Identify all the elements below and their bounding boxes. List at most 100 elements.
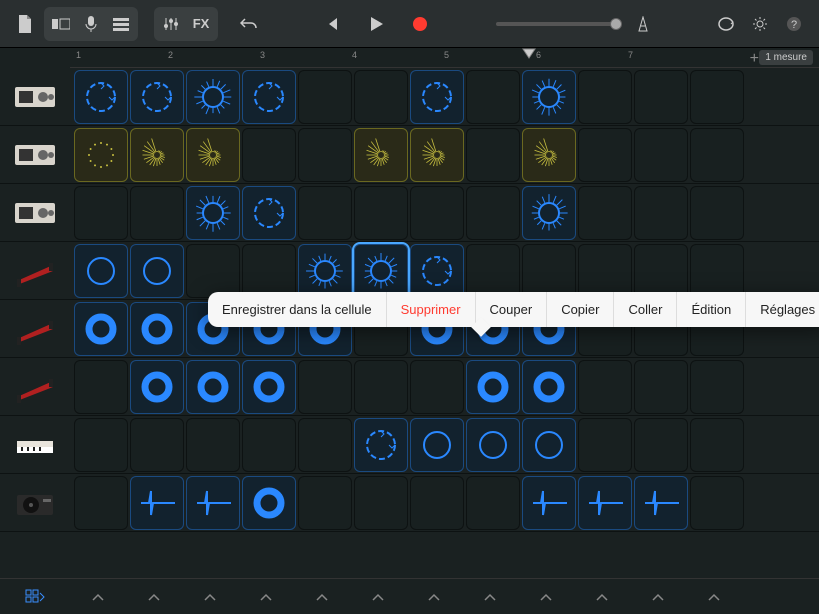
empty-cell[interactable] (242, 244, 296, 298)
empty-cell[interactable] (130, 418, 184, 472)
loop-cell[interactable] (130, 476, 184, 530)
loop-cell[interactable] (242, 360, 296, 414)
loop-icon[interactable] (711, 9, 741, 39)
loop-cell[interactable] (522, 360, 576, 414)
loop-cell[interactable] (410, 418, 464, 472)
timeline-ruler[interactable]: 1 2 3 4 5 6 7 + 1 mesure (70, 48, 819, 68)
track-header-drum-machine-3[interactable] (0, 184, 70, 242)
loop-cell[interactable] (186, 70, 240, 124)
column-trigger[interactable] (518, 579, 574, 614)
empty-cell[interactable] (690, 360, 744, 414)
empty-cell[interactable] (354, 476, 408, 530)
ctx-r-glages[interactable]: Réglages (746, 292, 819, 327)
empty-cell[interactable] (354, 186, 408, 240)
empty-cell[interactable] (634, 418, 688, 472)
ctx-supprimer[interactable]: Supprimer (387, 292, 476, 327)
loop-cell[interactable] (242, 70, 296, 124)
add-section-button[interactable]: + (750, 50, 759, 68)
track-header-turntable[interactable] (0, 474, 70, 532)
empty-cell[interactable] (466, 186, 520, 240)
track-header-keys-2[interactable] (0, 300, 70, 358)
empty-cell[interactable] (578, 128, 632, 182)
empty-cell[interactable] (298, 70, 352, 124)
volume-knob[interactable] (610, 18, 622, 30)
loop-cell[interactable] (130, 244, 184, 298)
loop-cell[interactable] (130, 302, 184, 356)
empty-cell[interactable] (186, 418, 240, 472)
empty-cell[interactable] (690, 186, 744, 240)
playhead-icon[interactable] (522, 48, 536, 62)
column-trigger[interactable] (406, 579, 462, 614)
loop-cell[interactable] (186, 186, 240, 240)
grid-toggle-button[interactable] (0, 579, 70, 614)
go-to-start-icon[interactable] (317, 9, 347, 39)
loop-cell[interactable] (634, 476, 688, 530)
zoom-label[interactable]: 1 mesure (759, 50, 813, 65)
empty-cell[interactable] (410, 476, 464, 530)
track-header-keys-1[interactable] (0, 242, 70, 300)
column-trigger[interactable] (686, 579, 742, 614)
column-trigger[interactable] (294, 579, 350, 614)
settings-icon[interactable] (745, 9, 775, 39)
loop-cell[interactable] (522, 476, 576, 530)
column-trigger[interactable] (574, 579, 630, 614)
loop-cell[interactable] (130, 360, 184, 414)
loop-cell[interactable] (522, 70, 576, 124)
empty-cell[interactable] (634, 70, 688, 124)
view-modes-icon[interactable] (46, 9, 76, 39)
document-icon[interactable] (10, 9, 40, 39)
empty-cell[interactable] (690, 128, 744, 182)
empty-cell[interactable] (354, 360, 408, 414)
help-icon[interactable]: ? (779, 9, 809, 39)
record-icon[interactable] (405, 9, 435, 39)
track-header-drum-machine-1[interactable] (0, 68, 70, 126)
empty-cell[interactable] (74, 418, 128, 472)
empty-cell[interactable] (690, 418, 744, 472)
loop-cell[interactable] (130, 70, 184, 124)
loop-cell[interactable] (130, 128, 184, 182)
loop-cell[interactable] (354, 128, 408, 182)
empty-cell[interactable] (74, 186, 128, 240)
empty-cell[interactable] (578, 360, 632, 414)
empty-cell[interactable] (634, 128, 688, 182)
loop-cell[interactable] (74, 244, 128, 298)
column-trigger[interactable] (70, 579, 126, 614)
loop-cell[interactable] (298, 244, 352, 298)
empty-cell[interactable] (410, 186, 464, 240)
empty-cell[interactable] (74, 476, 128, 530)
empty-cell[interactable] (634, 360, 688, 414)
loop-cell[interactable] (410, 128, 464, 182)
empty-cell[interactable] (298, 128, 352, 182)
empty-cell[interactable] (578, 186, 632, 240)
empty-cell[interactable] (578, 70, 632, 124)
column-trigger[interactable] (126, 579, 182, 614)
empty-cell[interactable] (522, 244, 576, 298)
volume-slider[interactable] (496, 22, 616, 26)
empty-cell[interactable] (578, 244, 632, 298)
loop-cell[interactable] (522, 186, 576, 240)
empty-cell[interactable] (298, 418, 352, 472)
empty-cell[interactable] (690, 476, 744, 530)
loop-cell[interactable] (186, 128, 240, 182)
empty-cell[interactable] (690, 70, 744, 124)
loop-cell[interactable] (466, 360, 520, 414)
ctx-copier[interactable]: Copier (547, 292, 614, 327)
column-trigger[interactable] (630, 579, 686, 614)
column-trigger[interactable] (182, 579, 238, 614)
empty-cell[interactable] (354, 70, 408, 124)
ctx-coller[interactable]: Coller (614, 292, 677, 327)
column-trigger[interactable] (462, 579, 518, 614)
empty-cell[interactable] (466, 476, 520, 530)
track-header-synth[interactable] (0, 416, 70, 474)
empty-cell[interactable] (298, 360, 352, 414)
loop-cell[interactable] (522, 128, 576, 182)
mic-icon[interactable] (76, 9, 106, 39)
loop-cell[interactable] (74, 128, 128, 182)
empty-cell[interactable] (466, 244, 520, 298)
empty-cell[interactable] (186, 244, 240, 298)
fx-button[interactable]: FX (186, 9, 216, 39)
loop-cell[interactable] (186, 476, 240, 530)
loop-cell[interactable] (242, 186, 296, 240)
undo-icon[interactable] (234, 9, 264, 39)
empty-cell[interactable] (242, 128, 296, 182)
